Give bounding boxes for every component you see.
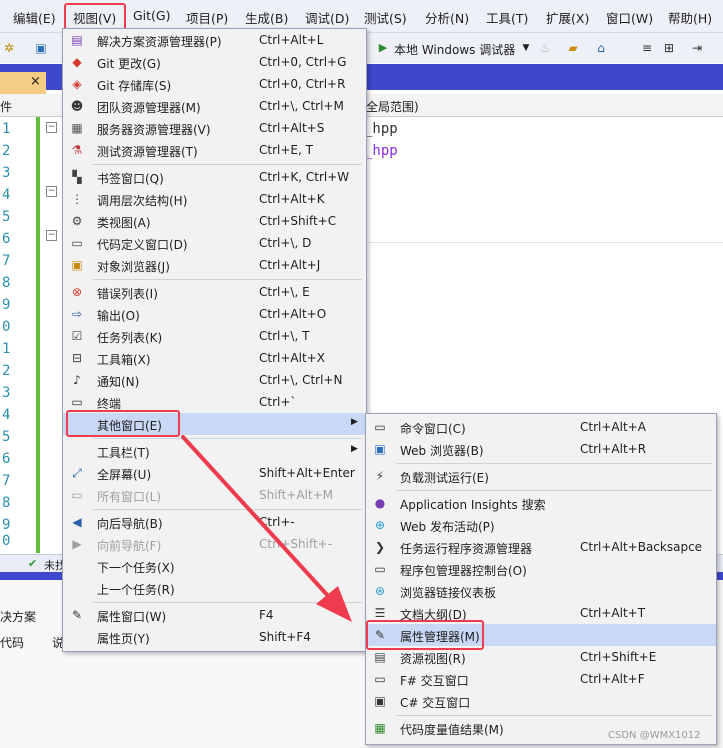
watermark: CSDN @WMX1012 (608, 730, 701, 741)
arrow-line (181, 435, 332, 600)
annotation-arrow (181, 435, 352, 622)
